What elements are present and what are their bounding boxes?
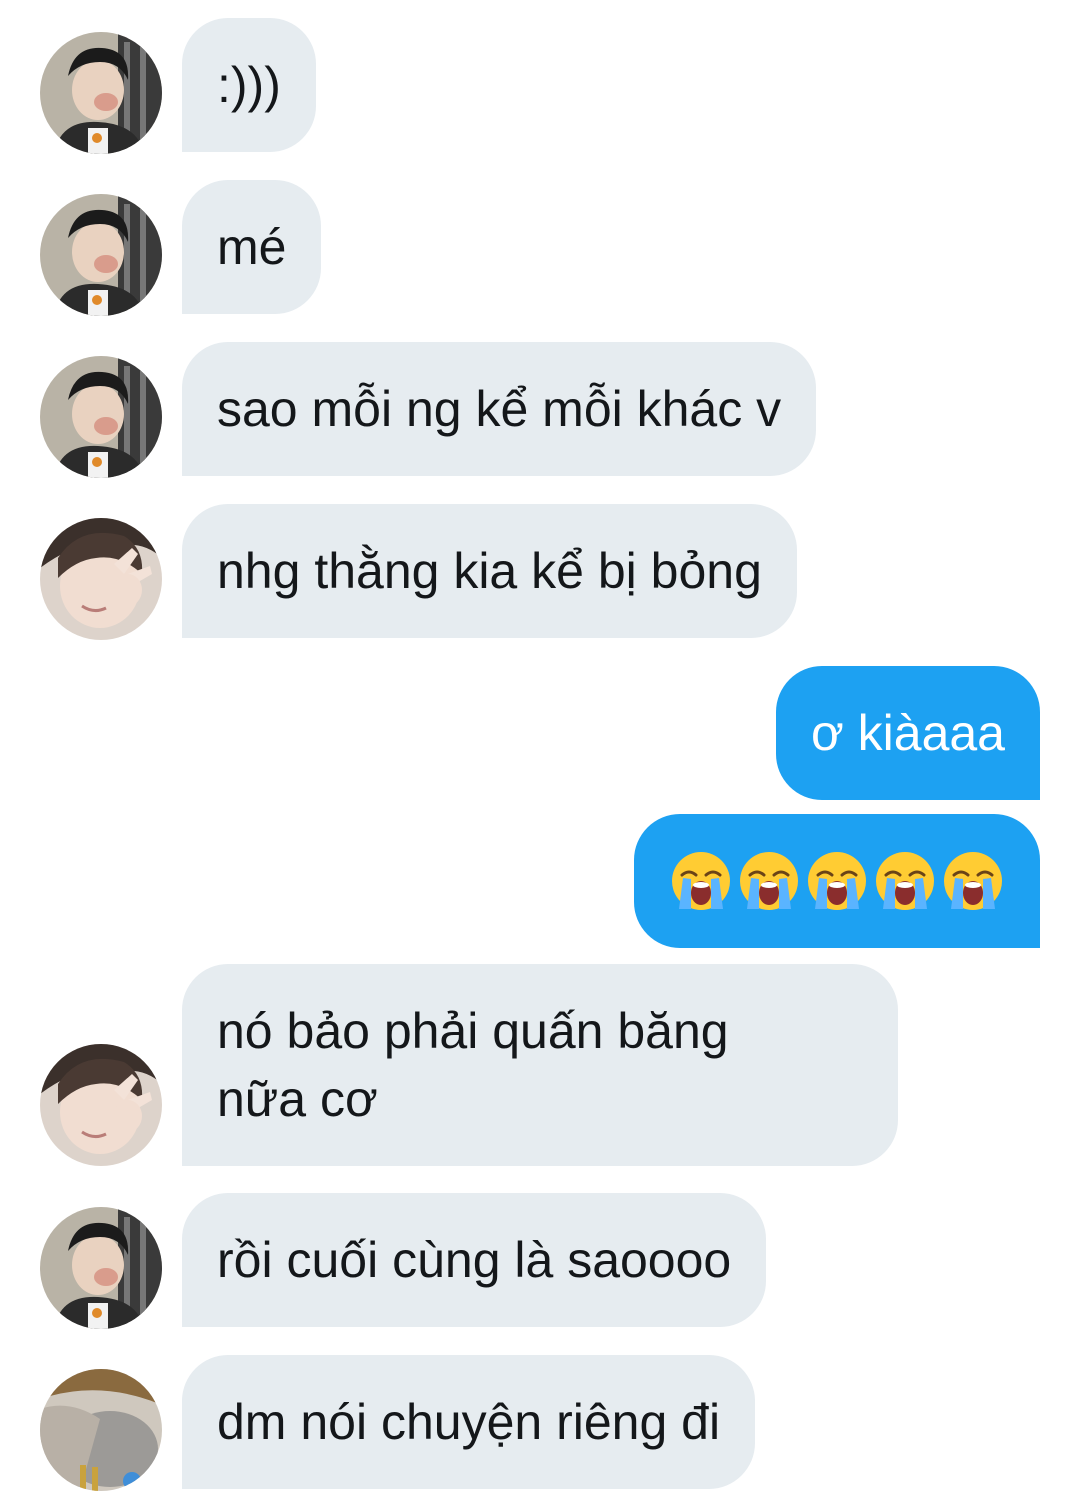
message-row: ơ kiàaaa — [0, 666, 1080, 802]
message-text: dm nói chuyện riêng đi — [217, 1394, 721, 1450]
avatar[interactable] — [40, 356, 162, 478]
message-text: sao mỗi ng kể mỗi khác v — [217, 381, 782, 437]
avatar[interactable] — [40, 1044, 162, 1166]
loudly-crying-face-icon — [805, 849, 869, 913]
avatar-image — [40, 518, 162, 640]
avatar-image — [40, 32, 162, 154]
message-row: dm nói chuyện riêng đi — [0, 1355, 1080, 1491]
message-text-line: nó bảo phải quấn băng — [217, 1003, 729, 1059]
message-row: sao mỗi ng kể mỗi khác v — [0, 342, 1080, 478]
emoji-sequence — [669, 847, 1005, 915]
message-bubble[interactable]: rồi cuối cùng là saoooo — [182, 1193, 767, 1327]
message-bubble[interactable]: nhg thằng kia kể bị bỏng — [182, 504, 797, 638]
message-row — [0, 814, 1080, 950]
message-text: rồi cuối cùng là saoooo — [217, 1232, 732, 1288]
message-row: rồi cuối cùng là saoooo — [0, 1193, 1080, 1329]
message-bubble[interactable]: :))) — [182, 18, 316, 152]
avatar-image — [40, 194, 162, 316]
loudly-crying-face-icon — [669, 849, 733, 913]
avatar-image — [40, 1207, 162, 1329]
message-text: ơ kiàaaa — [810, 705, 1005, 761]
message-text-line: nữa cơ — [217, 1071, 378, 1127]
loudly-crying-face-icon — [737, 849, 801, 913]
loudly-crying-face-icon — [873, 849, 937, 913]
avatar[interactable] — [40, 518, 162, 640]
message-bubble[interactable]: sao mỗi ng kể mỗi khác v — [182, 342, 817, 476]
message-bubble-outgoing[interactable] — [634, 814, 1040, 948]
avatar[interactable] — [40, 32, 162, 154]
avatar-image — [40, 356, 162, 478]
message-bubble-outgoing[interactable]: ơ kiàaaa — [775, 666, 1040, 800]
avatar[interactable] — [40, 194, 162, 316]
message-text: mé — [217, 219, 287, 275]
avatar[interactable] — [40, 1207, 162, 1329]
message-row: mé — [0, 180, 1080, 316]
message-text: :))) — [217, 57, 281, 113]
message-bubble[interactable]: nó bảo phải quấn băng nữa cơ — [182, 964, 898, 1166]
avatar[interactable] — [40, 1369, 162, 1491]
message-row: nó bảo phải quấn băng nữa cơ — [0, 964, 1080, 1166]
message-row: :))) — [0, 18, 1080, 154]
message-bubble[interactable]: mé — [182, 180, 322, 314]
message-text: nhg thằng kia kể bị bỏng — [217, 543, 762, 599]
message-row: nhg thằng kia kể bị bỏng — [0, 504, 1080, 640]
avatar-image — [40, 1369, 162, 1491]
avatar-image — [40, 1044, 162, 1166]
loudly-crying-face-icon — [941, 849, 1005, 913]
message-bubble[interactable]: dm nói chuyện riêng đi — [182, 1355, 756, 1489]
